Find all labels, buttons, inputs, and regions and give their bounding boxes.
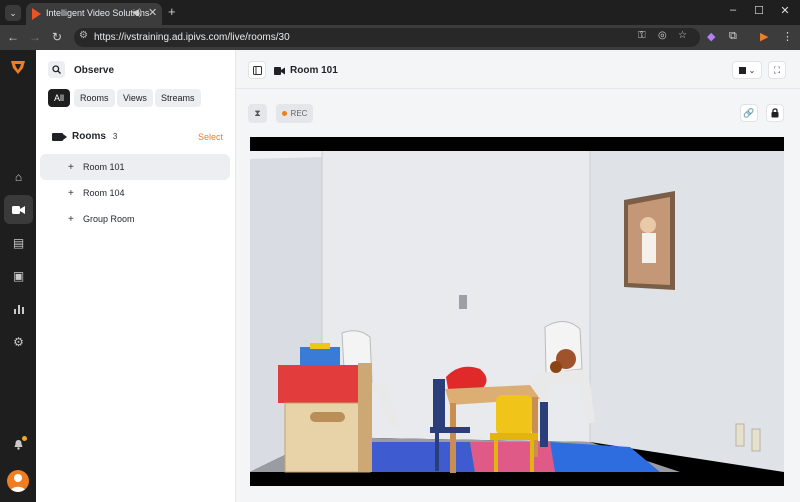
room-item-101[interactable]: + Room 101: [40, 154, 230, 180]
notification-dot: [22, 436, 27, 441]
forward-icon[interactable]: →: [28, 30, 42, 44]
window-close-icon[interactable]: ✕: [777, 4, 793, 17]
hourglass-icon[interactable]: ⧗: [248, 104, 267, 123]
browser-tab-bar: ⌄ Intelligent Video Solutions ◀) ✕ + – ☐…: [0, 0, 800, 25]
sidebar-title: Observe: [74, 65, 115, 76]
expand-icon[interactable]: +: [68, 162, 74, 173]
extension-icon[interactable]: ◆: [707, 30, 715, 43]
select-link[interactable]: Select: [198, 132, 223, 142]
home-icon[interactable]: ⌂: [4, 162, 33, 191]
puzzle-icon[interactable]: ⧉: [729, 30, 737, 43]
back-icon[interactable]: ←: [6, 30, 20, 44]
video-player[interactable]: [250, 137, 784, 486]
profile-icon[interactable]: ▶: [760, 30, 768, 43]
avatar[interactable]: [7, 470, 29, 492]
menu-dots-icon[interactable]: ⋮: [782, 30, 793, 43]
room-item-group[interactable]: + Group Room: [40, 206, 230, 232]
search-icon: [52, 65, 61, 74]
rooms-section-header: Rooms 3: [52, 131, 117, 142]
site-info-icon[interactable]: ⚙: [79, 30, 88, 41]
divider: [236, 88, 800, 89]
tab-search-icon[interactable]: ⌄: [5, 5, 21, 21]
room-title: Room 101: [290, 65, 338, 76]
audio-icon[interactable]: ◀): [132, 7, 142, 18]
minimize-icon[interactable]: –: [725, 4, 741, 16]
url-text: https://ivstraining.ad.ipivs.com/live/ro…: [94, 32, 290, 43]
rec-dot-icon: [281, 111, 287, 116]
lock-icon[interactable]: [766, 104, 784, 122]
expand-icon[interactable]: +: [68, 188, 74, 199]
rec-button[interactable]: REC: [276, 104, 313, 123]
app: ⌂ ▤ ▣ ⚙ Observe All Rooms Views Streams …: [0, 50, 800, 502]
room-item-104[interactable]: + Room 104: [40, 180, 230, 206]
rec-label: REC: [290, 109, 308, 118]
collapse-sidebar-icon[interactable]: [248, 61, 266, 79]
filter-rooms[interactable]: Rooms: [74, 89, 115, 107]
camera-nav-icon[interactable]: [4, 195, 33, 224]
search-button[interactable]: [48, 61, 65, 78]
layout-icon: [738, 66, 746, 74]
chevron-down-icon: ⌄: [748, 65, 756, 75]
camera-icon: [52, 132, 67, 141]
layout-select[interactable]: ⌄: [732, 61, 762, 79]
link-icon[interactable]: 🔗: [740, 104, 758, 122]
nav-rail: ⌂ ▤ ▣ ⚙: [0, 50, 36, 502]
camera-icon: [274, 66, 285, 75]
star-icon[interactable]: ☆: [678, 30, 687, 41]
page-title: Room 101: [274, 65, 338, 76]
main-panel: Room 101 ⌄ ⛶ ⧗ REC 🔗: [236, 50, 800, 502]
close-tab-icon[interactable]: ✕: [148, 6, 157, 19]
rooms-section-title: Rooms: [72, 131, 106, 142]
reports-icon[interactable]: [4, 294, 33, 323]
favicon-icon: [32, 8, 41, 20]
observe-sidebar: Observe All Rooms Views Streams Rooms 3 …: [36, 50, 236, 502]
room-label: Room 101: [83, 162, 125, 172]
key-icon[interactable]: ⚿: [638, 30, 646, 41]
address-bar: ← → ↻ ⚙ https://ivstraining.ad.ipivs.com…: [0, 25, 800, 50]
rooms-count: 3: [112, 132, 118, 141]
new-tab-icon[interactable]: +: [168, 4, 176, 19]
browser-tab[interactable]: Intelligent Video Solutions ◀) ✕: [26, 3, 162, 25]
room-label: Group Room: [83, 214, 135, 224]
settings-icon[interactable]: ⚙: [4, 327, 33, 356]
url-field[interactable]: ⚙ https://ivstraining.ad.ipivs.com/live/…: [74, 28, 700, 47]
filter-all[interactable]: All: [48, 89, 71, 107]
recordings-icon[interactable]: ▤: [4, 228, 33, 257]
room-label: Room 104: [83, 188, 125, 198]
eye-off-icon[interactable]: ◎: [658, 30, 667, 41]
schedule-icon[interactable]: ▣: [4, 261, 33, 290]
maximize-icon[interactable]: ☐: [751, 4, 767, 17]
fullscreen-icon[interactable]: ⛶: [768, 61, 786, 79]
logo-icon: [11, 61, 25, 74]
bell-icon[interactable]: [4, 430, 33, 459]
reload-icon[interactable]: ↻: [50, 30, 64, 44]
filter-views[interactable]: Views: [117, 89, 153, 107]
expand-icon[interactable]: +: [68, 214, 74, 225]
filter-streams[interactable]: Streams: [155, 89, 201, 107]
camera-feed: [250, 137, 784, 486]
